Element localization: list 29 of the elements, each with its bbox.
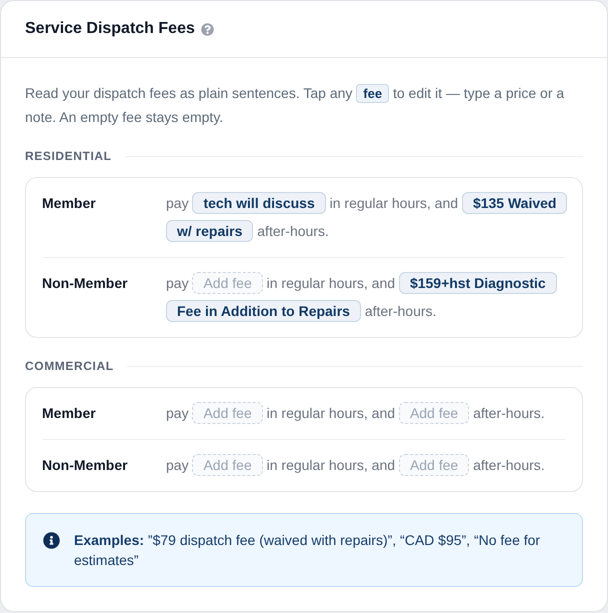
sentence-text: pay bbox=[166, 275, 189, 291]
sentence-text: after-hours. bbox=[473, 405, 545, 421]
section-heading: COMMERCIAL bbox=[25, 358, 114, 374]
fee-field[interactable]: $135 Waived bbox=[462, 192, 568, 214]
intro-text: Read your dispatch fees as plain sentences. Tap any fee to edit it — type a price or a note. An empty fee stays empty. bbox=[25, 83, 566, 127]
fee-field[interactable]: w/ repairs bbox=[166, 220, 254, 242]
examples-text: Examples: ”$79 dispatch fee (waived with repairs)”, “CAD $95”, “No fee for estimates” bbox=[74, 531, 542, 570]
fee-field[interactable]: $159+hst Diagnostic bbox=[398, 272, 557, 294]
help-icon[interactable] bbox=[200, 22, 214, 36]
row-label: Non-Member bbox=[42, 457, 128, 473]
info-icon bbox=[43, 532, 60, 549]
sentence-text: after-hours. bbox=[364, 303, 436, 319]
row-label: Member bbox=[42, 195, 96, 211]
sentence-text: pay bbox=[166, 457, 189, 473]
fee-chip: fee bbox=[356, 84, 390, 103]
sentence-text: after-hours. bbox=[473, 457, 545, 473]
sentence-text: pay bbox=[166, 195, 189, 211]
sentence-text: pay bbox=[166, 405, 189, 421]
row-label: Non-Member bbox=[42, 275, 128, 291]
sentence-text: in regular hours, and bbox=[330, 195, 458, 211]
sentence-text: in regular hours, and bbox=[266, 275, 396, 291]
card-title: Service Dispatch Fees bbox=[25, 19, 195, 39]
fee-field[interactable]: Fee in Addition to Repairs bbox=[166, 300, 361, 322]
fee-field[interactable]: tech will discuss bbox=[192, 192, 326, 214]
sentence-text: in regular hours, and bbox=[266, 457, 396, 473]
section-heading: RESIDENTIAL bbox=[25, 148, 112, 164]
sentence-text: in regular hours, and bbox=[266, 405, 396, 421]
row-label: Member bbox=[42, 405, 96, 421]
sentence-text: after-hours. bbox=[257, 223, 329, 239]
